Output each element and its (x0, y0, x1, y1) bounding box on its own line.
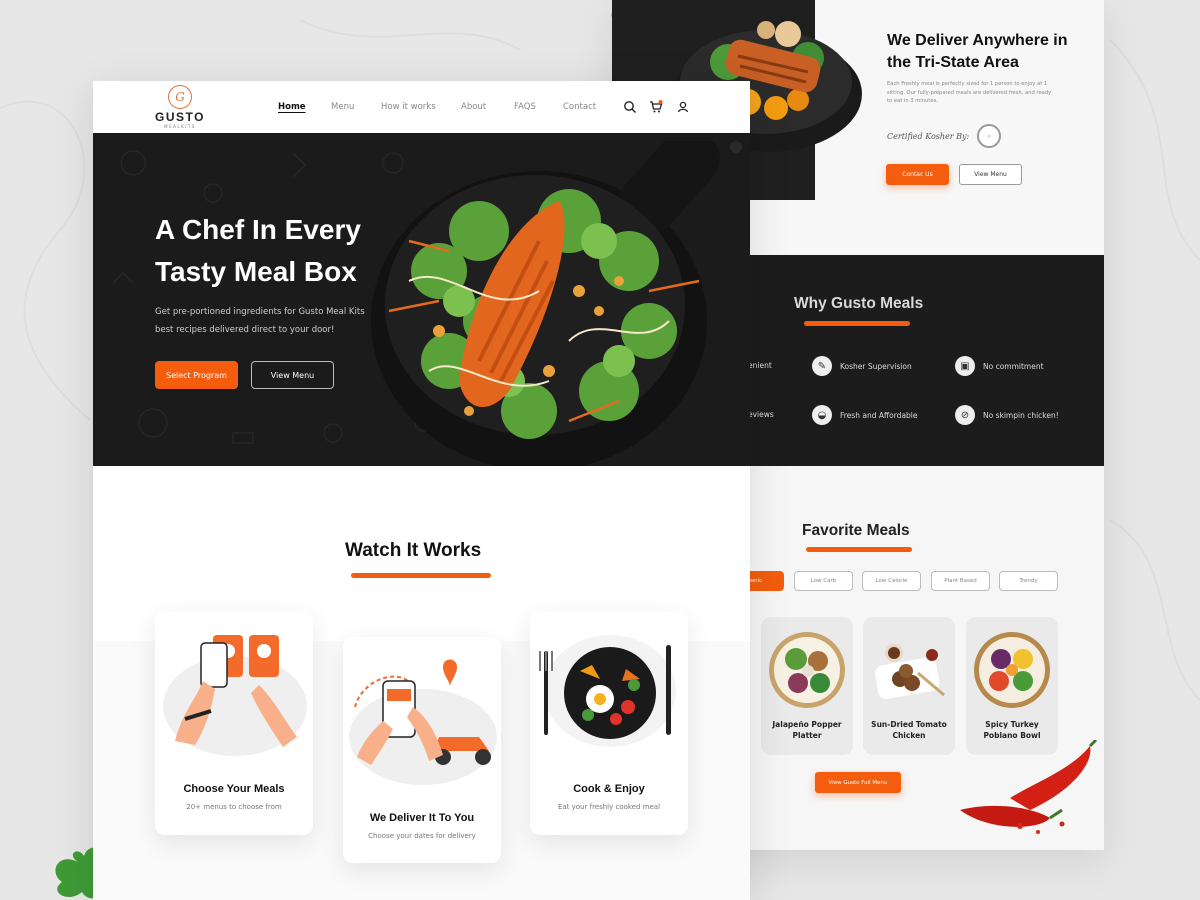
choose-meals-illustration (163, 635, 307, 756)
meal-image (874, 644, 945, 700)
cook-enjoy-illustration (539, 635, 676, 747)
step-subtitle: Choose your dates for delivery (368, 832, 476, 840)
filter-chip-trendy[interactable]: Trendy (999, 571, 1058, 591)
chili-peppers-image (960, 740, 1098, 834)
why-item-label: Kosher Supervision (840, 361, 912, 371)
why-item-fresh: ◒ Fresh and Affordable (812, 405, 918, 425)
why-item-commitment: ▣ No commitment (955, 356, 1044, 376)
delivery-illustration (349, 659, 497, 785)
view-menu-button[interactable]: View Menu (251, 361, 334, 389)
cart-icon[interactable] (649, 100, 663, 114)
filter-chip-low-calorie[interactable]: Low Calorie (862, 571, 921, 591)
title-brush-underline (804, 321, 910, 326)
step-card-cook: Cook & Enjoy Eat your freshly cooked mea… (530, 611, 688, 835)
filter-chip-plant-based[interactable]: Plant Based (931, 571, 990, 591)
step-subtitle: Eat your freshly cooked meal (557, 803, 661, 811)
step-title: Choose Your Meals (183, 783, 285, 795)
why-title: Why Gusto Meals (794, 295, 924, 312)
view-menu-button-secondary[interactable]: View Menu (959, 164, 1022, 185)
hero-section: A Chef In Every Tasty Meal Box Get pre-p… (93, 133, 750, 466)
why-item-reviews: eviews (748, 410, 774, 419)
meal-card[interactable]: Sun-Dried Tomato Chicken (863, 617, 955, 755)
why-item-kosher: ✎ Kosher Supervision (812, 356, 912, 376)
favorite-meals-title: Favorite Meals (802, 522, 910, 539)
title-brush-underline (806, 547, 912, 552)
user-icon[interactable] (676, 100, 690, 114)
main-page: G GUSTO MEALKITS Home Menu How it works … (93, 81, 750, 900)
contact-us-button[interactable]: Contac Us (886, 164, 949, 185)
meal-image (974, 632, 1050, 708)
nav-how-it-works[interactable]: How it works (381, 102, 436, 112)
logo-tagline: MEALKITS (164, 124, 196, 129)
step-subtitle: 20+ menus to choose from (186, 803, 282, 811)
watch-it-works-title: Watch It Works (345, 540, 482, 561)
hero-subtitle: Get pre-portioned ingredients for Gusto … (155, 307, 365, 335)
why-item-label: eviews (748, 410, 774, 419)
why-item-convenient: enient (748, 361, 772, 370)
why-item-label: No commitment (983, 361, 1044, 371)
nav-home[interactable]: Home (278, 102, 306, 112)
kosher-certification: Certified Kosher By: ◎ (887, 124, 1002, 148)
why-item-label: Fresh and Affordable (840, 410, 918, 420)
meal-image (769, 632, 845, 708)
meal-name: Spicy Turkey Poblano Bowl (983, 720, 1041, 740)
meal-card[interactable]: Jalapeño Popper Platter (761, 617, 853, 755)
brand-logo[interactable]: G GUSTO MEALKITS (155, 85, 205, 129)
step-card-choose: Choose Your Meals 20+ menus to choose fr… (155, 611, 313, 835)
logo-name: GUSTO (155, 110, 205, 124)
kosher-icon: ✎ (812, 356, 832, 376)
top-navigation: G GUSTO MEALKITS Home Menu How it works … (93, 81, 750, 133)
chicken-icon: ⊘ (955, 405, 975, 425)
kosher-seal-icon: ◎ (977, 124, 1002, 148)
fresh-icon: ◒ (812, 405, 832, 425)
nav-about[interactable]: About (461, 102, 486, 112)
meal-card[interactable]: Spicy Turkey Poblano Bowl (966, 617, 1058, 755)
nav-faqs[interactable]: FAQS (514, 102, 536, 112)
why-item-label: enient (748, 361, 772, 370)
filter-chip-low-carb[interactable]: Low Carb (794, 571, 853, 591)
deliver-description: Each Freshly meal is perfectly sized for… (887, 81, 1052, 104)
step-card-deliver: We Deliver It To You Choose your dates f… (343, 637, 501, 863)
calendar-icon: ▣ (955, 356, 975, 376)
deliver-title: We Deliver Anywhere in the Tri-State Are… (887, 32, 1068, 71)
nav-menu[interactable]: Menu (331, 102, 354, 112)
logo-mark: G (168, 85, 192, 109)
meal-name: Sun-Dried Tomato Chicken (871, 720, 947, 740)
nav-contact[interactable]: Contact (563, 102, 596, 112)
view-full-menu-button[interactable]: View Gusto Full Menu (815, 772, 901, 793)
kosher-label: Certified Kosher By: (887, 131, 970, 141)
why-item-label: No skimpin chicken! (983, 410, 1059, 420)
salmon-salad-plate-image (371, 141, 742, 466)
select-program-button[interactable]: Select Program (155, 361, 238, 389)
step-title: We Deliver It To You (369, 812, 475, 824)
title-brush-underline (351, 573, 491, 578)
meal-name: Jalapeño Popper Platter (772, 720, 842, 740)
why-item-chicken: ⊘ No skimpin chicken! (955, 405, 1059, 425)
step-title: Cook & Enjoy (573, 783, 645, 795)
search-icon[interactable] (623, 100, 637, 114)
